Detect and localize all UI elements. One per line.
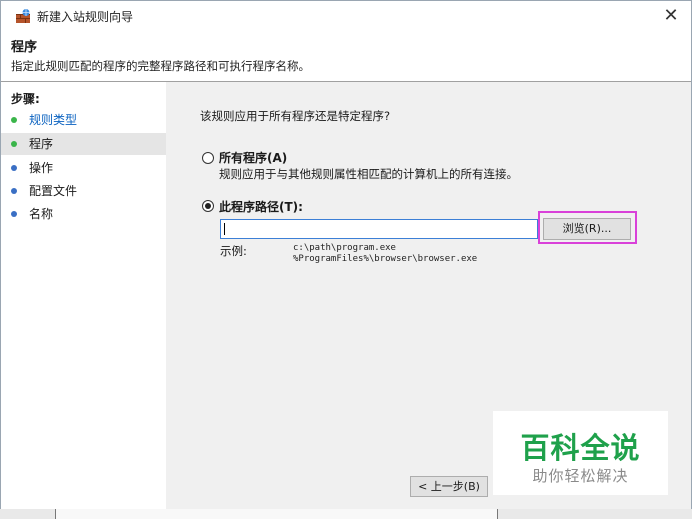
step-program[interactable]: 程序 xyxy=(1,133,166,155)
browse-highlight-box xyxy=(538,211,637,244)
step-label: 操作 xyxy=(29,161,54,175)
program-path-label[interactable]: 此程序路径(T): xyxy=(219,198,303,215)
scope-question: 该规则应用于所有程序还是特定程序? xyxy=(200,109,391,123)
window-title: 新建入站规则向导 xyxy=(37,10,134,24)
steps-title: 步骤: xyxy=(11,92,40,106)
wizard-window: 新建入站规则向导 ✕ 程序 指定此规则匹配的程序的完整程序路径和可执行程序名称。… xyxy=(0,0,692,510)
program-path-radio[interactable] xyxy=(202,200,214,212)
title-bar[interactable]: 新建入站规则向导 ✕ xyxy=(1,1,691,31)
step-action[interactable]: 操作 xyxy=(1,157,166,179)
example-label: 示例: xyxy=(220,244,247,258)
watermark-title: 百科全说 xyxy=(520,431,641,465)
close-button[interactable]: ✕ xyxy=(657,3,685,29)
step-label: 名称 xyxy=(29,207,54,221)
step-bullet-icon xyxy=(11,117,17,123)
page-title: 程序 xyxy=(11,40,38,55)
step-rule-type[interactable]: 规则类型 xyxy=(1,109,166,131)
page-description: 指定此规则匹配的程序的完整程序路径和可执行程序名称。 xyxy=(11,59,310,73)
example-path-1: c:\path\program.exe xyxy=(293,243,396,253)
step-label: 配置文件 xyxy=(29,184,78,198)
step-bullet-icon xyxy=(11,211,17,217)
step-label: 程序 xyxy=(29,137,54,151)
example-path-2: %ProgramFiles%\browser\browser.exe xyxy=(293,254,478,264)
wizard-header: 程序 指定此规则匹配的程序的完整程序路径和可执行程序名称。 xyxy=(1,31,691,79)
step-bullet-icon xyxy=(11,188,17,194)
program-path-input[interactable] xyxy=(220,219,538,239)
firewall-icon xyxy=(16,9,30,23)
step-bullet-icon xyxy=(11,141,17,147)
all-programs-radio[interactable] xyxy=(202,152,214,164)
back-button[interactable]: < 上一步(B) xyxy=(410,476,488,497)
all-programs-description: 规则应用于与其他规则属性相匹配的计算机上的所有连接。 xyxy=(219,167,518,181)
watermark: 百科全说 助你轻松解决 xyxy=(493,411,668,495)
step-label: 规则类型 xyxy=(29,113,78,127)
watermark-subtitle: 助你轻松解决 xyxy=(532,467,629,485)
step-profile[interactable]: 配置文件 xyxy=(1,180,166,202)
step-bullet-icon xyxy=(11,165,17,171)
steps-panel: 步骤: 规则类型 程序 操作 配置文件 名称 xyxy=(1,82,166,509)
text-caret xyxy=(224,223,225,235)
background-window-bar xyxy=(55,509,498,519)
all-programs-label[interactable]: 所有程序(A) xyxy=(219,149,287,166)
step-name[interactable]: 名称 xyxy=(1,203,166,225)
